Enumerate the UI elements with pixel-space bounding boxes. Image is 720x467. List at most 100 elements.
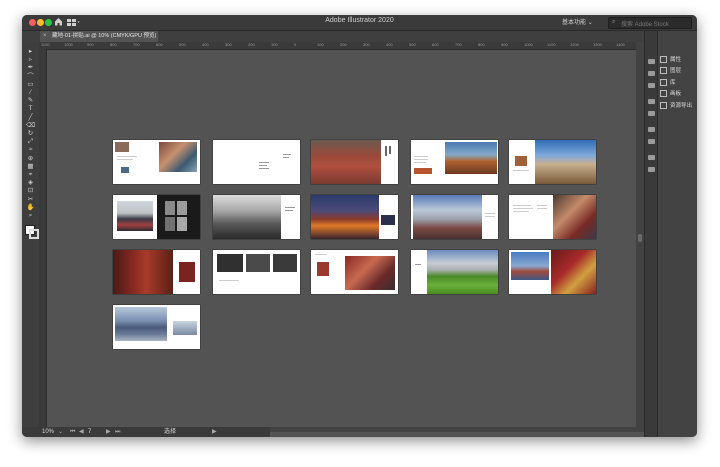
- direct-selection-tool-icon[interactable]: ▹: [26, 56, 35, 63]
- paragraph-panel-icon[interactable]: [648, 71, 655, 76]
- links-panel-icon[interactable]: [648, 167, 655, 172]
- ruler-tick-label: 900: [87, 42, 94, 47]
- blend-tool-icon[interactable]: ◈: [26, 179, 35, 186]
- panel-tab-artboards[interactable]: 画板: [660, 89, 697, 99]
- tools-panel: ▸ ▹ ✒ ⌒ ▭ ∕ ✎ T ╱ ⌫ ↻ ⤢ ≈ ⊕ ▦ ⌖ ◈ ⊡ ✂ ✋ ⌕: [22, 42, 40, 427]
- workspace-switcher[interactable]: 基本功能 ⌄: [562, 17, 593, 26]
- search-placeholder: 搜索 Adobe Stock: [621, 22, 669, 28]
- type-panel-icon[interactable]: [648, 59, 655, 64]
- panel-label: 图层: [670, 68, 682, 74]
- artboard[interactable]: [113, 250, 200, 294]
- ruler-tick-label: 600: [156, 42, 163, 47]
- paintbrush-tool-icon[interactable]: ∕: [26, 89, 35, 96]
- ruler-tick-label: 400: [202, 42, 209, 47]
- artboard[interactable]: [509, 250, 596, 294]
- scroll-thumb[interactable]: [638, 234, 642, 242]
- artboard-number[interactable]: 7: [88, 427, 91, 437]
- ruler-tick-label: 100: [271, 42, 278, 47]
- stroke-panel-icon[interactable]: [648, 127, 655, 132]
- panel-tab-libraries[interactable]: 库: [660, 78, 697, 88]
- ruler-tick-label: 200: [340, 42, 347, 47]
- actions-panel-icon[interactable]: [648, 155, 655, 160]
- scale-tool-icon[interactable]: ⤢: [26, 138, 35, 145]
- ruler-tick-label: 700: [133, 42, 140, 47]
- gradient-tool-icon[interactable]: ▦: [26, 163, 35, 170]
- rectangle-tool-icon[interactable]: ▭: [26, 81, 35, 88]
- artboard[interactable]: [113, 195, 200, 239]
- artboard[interactable]: [213, 195, 300, 239]
- pen-tool-icon[interactable]: ✒: [26, 64, 35, 71]
- app-title: Adobe Illustrator 2020: [325, 17, 394, 24]
- artboard[interactable]: [509, 140, 596, 184]
- line-tool-icon[interactable]: ╱: [26, 114, 35, 121]
- width-tool-icon[interactable]: ≈: [26, 146, 35, 153]
- chevron-down-icon: ⌄: [587, 20, 593, 26]
- ruler-tick-label: 200: [248, 42, 255, 47]
- ruler-tick-label: 1000: [64, 42, 73, 47]
- ruler-tick-label: 100: [317, 42, 324, 47]
- title-bar: Adobe Illustrator 2020 基本功能 ⌄ ⌕ 搜索 Adobe…: [22, 15, 697, 31]
- hand-tool-icon[interactable]: ✋: [26, 204, 35, 211]
- asset-export-icon: [660, 102, 667, 110]
- ruler-tick-label: 900: [501, 42, 508, 47]
- next-artboard-icon[interactable]: ▶: [106, 427, 111, 437]
- app-window: Adobe Illustrator 2020 基本功能 ⌄ ⌕ 搜索 Adobe…: [22, 15, 697, 437]
- panel-tab-asset-export[interactable]: 资源导出: [660, 101, 697, 111]
- search-icon: ⌕: [612, 19, 616, 25]
- eyedropper-tool-icon[interactable]: ⌖: [26, 171, 35, 178]
- properties-icon: [660, 56, 667, 64]
- artboard[interactable]: [311, 140, 398, 184]
- status-mode[interactable]: 选择: [164, 427, 176, 437]
- close-icon[interactable]: ×: [43, 31, 47, 42]
- status-bar: 10% ⌄ ⏮ ◀ 7 ▶ ⏭ 选择 ▶: [22, 427, 270, 437]
- artboard[interactable]: [509, 195, 596, 239]
- zoom-level[interactable]: 10%: [42, 427, 54, 437]
- stock-search-input[interactable]: ⌕ 搜索 Adobe Stock: [608, 17, 692, 29]
- canvas[interactable]: [47, 50, 636, 427]
- shape-builder-tool-icon[interactable]: ⊕: [26, 155, 35, 162]
- slice-tool-icon[interactable]: ✂: [26, 196, 35, 203]
- selection-tool-icon[interactable]: ▸: [26, 48, 35, 55]
- curvature-tool-icon[interactable]: ⌒: [26, 73, 35, 80]
- ruler-tick-label: 300: [363, 42, 370, 47]
- ruler-tick-label: 500: [409, 42, 416, 47]
- artboard-tool-icon[interactable]: ⊡: [26, 187, 35, 194]
- artboard[interactable]: [213, 250, 300, 294]
- panel-label: 画板: [670, 91, 682, 97]
- workspace-label: 基本功能: [562, 20, 587, 26]
- panel-tab-layers[interactable]: 图层: [660, 66, 697, 76]
- panel-label: 资源导出: [670, 103, 693, 109]
- panel-tab-properties[interactable]: 属性: [660, 55, 697, 65]
- stroke-swatch[interactable]: [29, 229, 39, 239]
- first-artboard-icon[interactable]: ⏮: [70, 427, 75, 437]
- appearance-panel-icon[interactable]: [648, 139, 655, 144]
- artboard[interactable]: [411, 140, 498, 184]
- swatches-panel-icon[interactable]: [648, 111, 655, 116]
- artboard[interactable]: [213, 140, 300, 184]
- horizontal-scrollbar[interactable]: [270, 427, 644, 432]
- document-tab-label: 藏地-01-拼贴.ai @ 10% (CMYK/GPU 预览): [52, 33, 157, 39]
- panel-icon-strip: [644, 31, 658, 437]
- ruler-tick-label: 700: [455, 42, 462, 47]
- eraser-tool-icon[interactable]: ⌫: [26, 122, 35, 129]
- ruler-tick-label: 1200: [570, 42, 579, 47]
- last-artboard-icon[interactable]: ⏭: [115, 427, 120, 437]
- artboard[interactable]: [311, 250, 398, 294]
- zoom-tool-icon[interactable]: ⌕: [26, 212, 35, 219]
- glyphs-panel-icon[interactable]: [648, 83, 655, 88]
- play-icon[interactable]: ▶: [212, 427, 217, 437]
- rotate-tool-icon[interactable]: ↻: [26, 130, 35, 137]
- document-tab[interactable]: × 藏地-01-拼贴.ai @ 10% (CMYK/GPU 预览): [40, 31, 158, 42]
- chevron-down-icon[interactable]: ⌄: [58, 427, 63, 437]
- artboard[interactable]: [113, 305, 200, 349]
- artboard[interactable]: [311, 195, 398, 239]
- previous-artboard-icon[interactable]: ◀: [79, 427, 84, 437]
- vertical-scrollbar[interactable]: [636, 42, 644, 427]
- artboard[interactable]: [411, 195, 498, 239]
- artboard[interactable]: [411, 250, 498, 294]
- artboard[interactable]: [113, 140, 200, 184]
- pencil-tool-icon[interactable]: ✎: [26, 97, 35, 104]
- type-tool-icon[interactable]: T: [26, 105, 35, 112]
- panel-dock: 属性 图层 库 画板 资源导出: [657, 31, 697, 437]
- color-panel-icon[interactable]: [648, 99, 655, 104]
